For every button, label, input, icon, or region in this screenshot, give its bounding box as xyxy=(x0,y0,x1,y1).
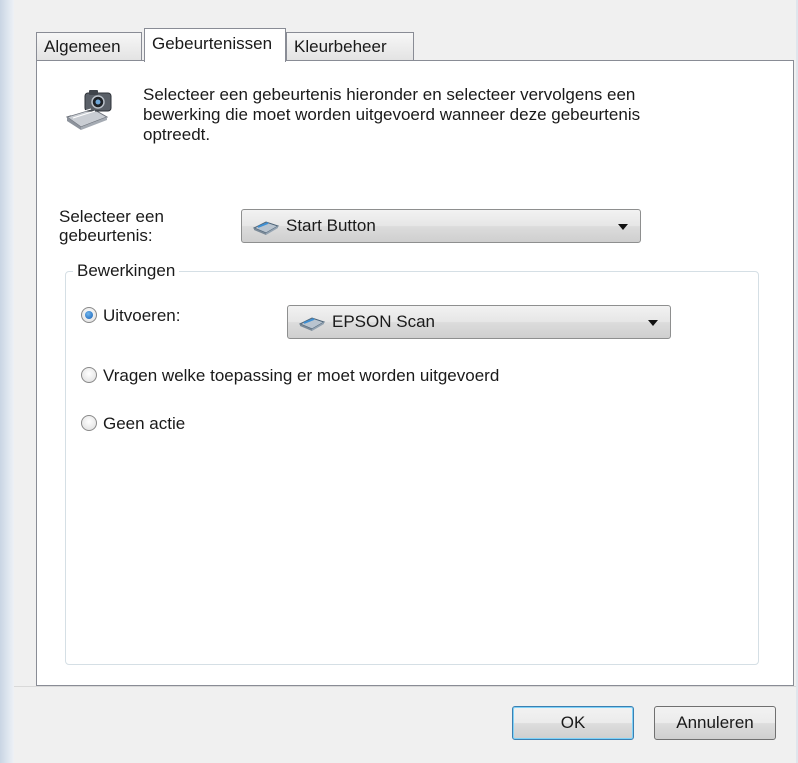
ask-radio-label: Vragen welke toepassing er moet worden u… xyxy=(103,366,500,385)
run-radio-label: Uitvoeren: xyxy=(103,306,181,325)
scanner-icon xyxy=(252,221,280,235)
scanner-icon xyxy=(298,317,326,331)
event-instructions: Selecteer een gebeurtenis hieronder en s… xyxy=(143,85,641,144)
event-dropdown[interactable]: Start Button xyxy=(241,209,641,243)
radio-unselected-indicator xyxy=(81,367,97,383)
run-app-dropdown[interactable]: EPSON Scan xyxy=(287,305,671,339)
actions-group-title: Bewerkingen xyxy=(73,261,180,281)
ask-radio[interactable]: Vragen welke toepassing er moet worden u… xyxy=(81,365,581,387)
window-frame-left xyxy=(0,0,14,763)
cancel-button[interactable]: Annuleren xyxy=(654,706,776,740)
event-dropdown-value: Start Button xyxy=(286,216,376,235)
events-tab-panel: Selecteer een gebeurtenis hieronder en s… xyxy=(36,60,794,686)
properties-dialog: Algemeen Gebeurtenissen Kleurbeheer Sele… xyxy=(14,0,796,763)
no-action-radio[interactable]: Geen actie xyxy=(81,413,261,435)
radio-selected-indicator xyxy=(81,307,97,323)
scanner-camera-icon xyxy=(65,90,112,130)
tab-algemeen[interactable]: Algemeen xyxy=(36,32,142,60)
ok-button[interactable]: OK xyxy=(512,706,634,740)
chevron-down-icon xyxy=(648,320,658,326)
chevron-down-icon xyxy=(618,224,628,230)
footer-divider xyxy=(14,686,796,687)
tab-kleurbeheer[interactable]: Kleurbeheer xyxy=(286,32,414,60)
run-app-dropdown-value: EPSON Scan xyxy=(332,312,435,331)
tab-strip: Algemeen Gebeurtenissen Kleurbeheer xyxy=(36,28,416,62)
run-radio[interactable]: Uitvoeren: xyxy=(81,305,261,327)
no-action-radio-label: Geen actie xyxy=(103,414,186,433)
tab-gebeurtenissen[interactable]: Gebeurtenissen xyxy=(144,28,286,62)
event-select-label: Selecteer een gebeurtenis: xyxy=(59,207,164,245)
radio-unselected-indicator xyxy=(81,415,97,431)
